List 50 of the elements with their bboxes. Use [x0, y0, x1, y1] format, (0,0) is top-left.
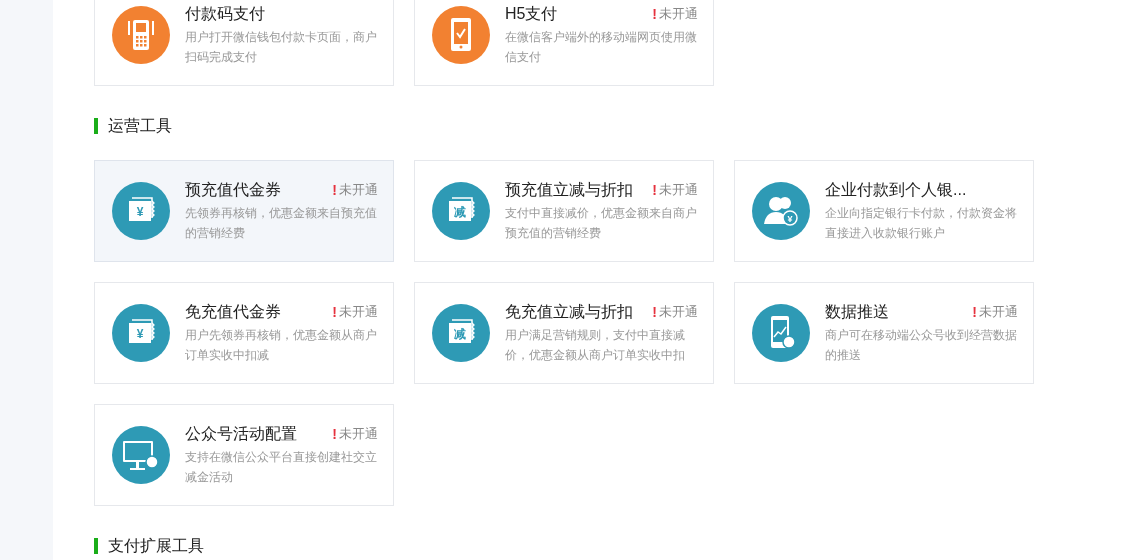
- service-description: 支付中直接减价，优惠金额来自商户预充值的营销经费: [505, 205, 698, 242]
- warning-mark: !: [652, 302, 657, 322]
- service-title: 免充值立减与折扣: [505, 302, 633, 322]
- section-marker: [94, 538, 98, 554]
- service-card[interactable]: 减 免充值立减与折扣 !未开通 用户满足营销规则，支付中直接减价，优惠金额从商户订单实收中扣: [414, 282, 714, 384]
- service-card[interactable]: ¥ 预充值代金券 !未开通 先领券再核销，优惠金额来自预充值的营销经费: [94, 160, 394, 262]
- service-card[interactable]: 数据推送 !未开通 商户可在移动端公众号收到经营数据的推送: [734, 282, 1034, 384]
- section-title: 支付扩展工具: [108, 536, 204, 556]
- service-card[interactable]: 减 预充值立减与折扣 !未开通 支付中直接减价，优惠金额来自商户预充值的营销经费: [414, 160, 714, 262]
- service-description: 用户先领券再核销，优惠金额从商户订单实收中扣减: [185, 327, 378, 364]
- warning-mark: !: [332, 302, 337, 322]
- status-label: 未开通: [339, 425, 378, 444]
- service-card[interactable]: 公众号活动配置 !未开通 支持在微信公众平台直接创建社交立减金活动: [94, 404, 394, 506]
- service-title: 公众号活动配置: [185, 424, 297, 444]
- warning-mark: !: [332, 424, 337, 444]
- status-label: 未开通: [339, 181, 378, 200]
- service-title: H5支付: [505, 4, 558, 24]
- warning-mark: !: [332, 180, 337, 200]
- service-description: 支持在微信公众平台直接创建社交立减金活动: [185, 449, 378, 486]
- service-description: 企业向指定银行卡付款，付款资金将直接进入收款银行账户: [825, 205, 1018, 242]
- service-title: 付款码支付: [185, 4, 265, 24]
- service-title: 免充值代金券: [185, 302, 281, 322]
- status-label: 未开通: [659, 5, 698, 24]
- service-card[interactable]: ¥ 企业付款到个人银... 企业向指定银行卡付款，付款资金将直接进入收款银行账户: [734, 160, 1034, 262]
- service-card[interactable]: ¥ 免充值代金券 !未开通 用户先领券再核销，优惠金额从商户订单实收中扣减: [94, 282, 394, 384]
- warning-mark: !: [972, 302, 977, 322]
- service-icon: ¥: [112, 182, 170, 240]
- service-icon: ¥: [752, 182, 810, 240]
- status-label: 未开通: [659, 181, 698, 200]
- service-description: 先领券再核销，优惠金额来自预充值的营销经费: [185, 205, 378, 242]
- service-description: 在微信客户端外的移动端网页使用微信支付: [505, 29, 698, 66]
- service-description: 商户可在移动端公众号收到经营数据的推送: [825, 327, 1018, 364]
- status-label: 未开通: [979, 303, 1018, 322]
- service-title: 数据推送: [825, 302, 889, 322]
- service-description: 用户打开微信钱包付款卡页面，商户扫码完成支付: [185, 29, 378, 66]
- service-card[interactable]: H5支付 !未开通 在微信客户端外的移动端网页使用微信支付: [414, 0, 714, 86]
- section-title: 运营工具: [108, 116, 172, 136]
- service-title: 预充值立减与折扣: [505, 180, 633, 200]
- status-label: 未开通: [339, 303, 378, 322]
- service-icon: 减: [432, 304, 490, 362]
- service-description: 用户满足营销规则，支付中直接减价，优惠金额从商户订单实收中扣: [505, 327, 686, 364]
- service-title: 企业付款到个人银...: [825, 180, 967, 200]
- service-icon: ¥: [112, 304, 170, 362]
- service-icon: 减: [432, 182, 490, 240]
- service-title: 预充值代金券: [185, 180, 281, 200]
- section-marker: [94, 118, 98, 134]
- warning-mark: !: [652, 4, 657, 24]
- service-card[interactable]: 付款码支付 用户打开微信钱包付款卡页面，商户扫码完成支付: [94, 0, 394, 86]
- warning-mark: !: [652, 180, 657, 200]
- status-label: 未开通: [659, 303, 698, 322]
